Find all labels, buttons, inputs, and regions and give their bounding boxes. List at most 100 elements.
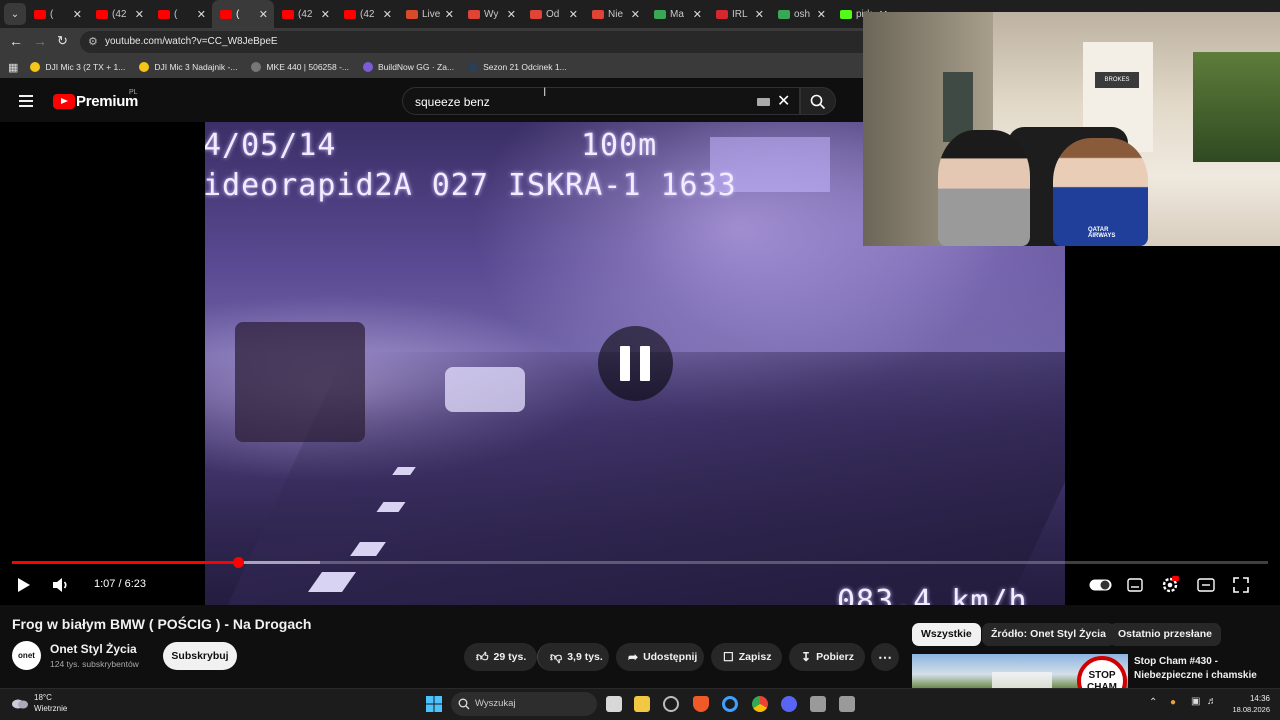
bookmark-item[interactable]: MKE 440 | 506258 -... bbox=[251, 62, 349, 72]
tab-close-icon[interactable]: ✕ bbox=[507, 8, 516, 21]
tab-close-icon[interactable]: ✕ bbox=[321, 8, 330, 21]
share-button[interactable]: ➦ Udostępnij bbox=[616, 643, 704, 671]
dislike-button[interactable]: 👎︎ 3,9 tys. bbox=[537, 643, 609, 671]
browser-tab[interactable]: Ma ✕ bbox=[646, 0, 708, 28]
browser-tab[interactable]: Od ✕ bbox=[522, 0, 584, 28]
webcam-person-left bbox=[938, 130, 1030, 246]
tab-favicon-icon bbox=[406, 9, 418, 19]
apps-grid-icon[interactable]: ▦ bbox=[8, 61, 18, 74]
tab-close-icon[interactable]: ✕ bbox=[631, 8, 640, 21]
download-button[interactable]: ↧ Pobierz bbox=[789, 643, 865, 671]
bookmark-item[interactable]: Sezon 21 Odcinek 1... bbox=[468, 62, 567, 72]
tab-close-icon[interactable]: ✕ bbox=[197, 8, 206, 21]
browser-tab[interactable]: (✕ bbox=[212, 0, 274, 28]
save-button[interactable]: ☐ Zapisz bbox=[711, 643, 782, 671]
search-input[interactable]: squeeze benz ✕ bbox=[402, 87, 800, 115]
tab-close-icon[interactable]: ✕ bbox=[693, 8, 702, 21]
bookmark-item[interactable]: DJI Mic 3 Nadajnik -... bbox=[139, 62, 237, 72]
bookmark-item[interactable]: DJI Mic 3 (2 TX + 1... bbox=[30, 62, 125, 72]
tab-close-icon[interactable]: ✕ bbox=[135, 8, 144, 21]
tab-close-icon[interactable]: ✕ bbox=[73, 8, 82, 21]
chip-recently-uploaded[interactable]: Ostatnio przesłane bbox=[1109, 623, 1221, 646]
browser-tab[interactable]: IRL ✕ bbox=[708, 0, 770, 28]
webcam-wall-sign: BROKES bbox=[1095, 72, 1139, 88]
theater-mode-button[interactable] bbox=[1197, 578, 1215, 592]
menu-hamburger-icon[interactable] bbox=[19, 95, 33, 110]
task-view-icon[interactable] bbox=[606, 696, 622, 712]
tray-chevron-icon[interactable]: ⌃ bbox=[1149, 697, 1157, 708]
chrome-icon[interactable] bbox=[752, 696, 768, 712]
search-button[interactable] bbox=[800, 87, 836, 115]
channel-name[interactable]: Onet Styl Życia bbox=[50, 642, 137, 656]
tab-close-icon[interactable]: ✕ bbox=[383, 8, 392, 21]
tab-favicon-icon bbox=[220, 9, 232, 19]
volume-button[interactable] bbox=[52, 577, 70, 593]
settings-app-icon[interactable] bbox=[663, 696, 679, 712]
channel-avatar[interactable]: onet bbox=[12, 641, 41, 670]
ccleaner-icon[interactable] bbox=[722, 696, 738, 712]
keyboard-icon[interactable] bbox=[757, 98, 770, 106]
browser-tab[interactable]: (42 ✕ bbox=[336, 0, 398, 28]
file-explorer-icon[interactable] bbox=[634, 696, 650, 712]
subscribe-button[interactable]: Subskrybuj bbox=[163, 642, 237, 670]
overlay-distance: 100m bbox=[581, 128, 658, 163]
recommended-title[interactable]: Stop Cham #430 - Niebezpieczne i chamski… bbox=[1134, 655, 1274, 683]
microphone-icon[interactable]: ● bbox=[1170, 697, 1176, 708]
browser-tab[interactable]: Live ✕ bbox=[398, 0, 460, 28]
like-button[interactable]: 👍︎ 29 tys. bbox=[464, 643, 537, 671]
youtube-logo-icon[interactable] bbox=[53, 94, 75, 109]
windows-start-icon[interactable] bbox=[426, 696, 442, 712]
browser-tab[interactable]: (42 ✕ bbox=[274, 0, 336, 28]
clear-search-icon[interactable]: ✕ bbox=[777, 91, 790, 111]
bookmark-favicon-icon bbox=[251, 62, 262, 72]
bookmarks-bar: ▦ DJI Mic 3 (2 TX + 1... DJI Mic 3 Nadajn… bbox=[0, 56, 864, 78]
app-window-icon[interactable] bbox=[839, 696, 855, 712]
tab-search-button[interactable]: ⌄ bbox=[4, 3, 26, 25]
browser-tab[interactable]: (✕ bbox=[150, 0, 212, 28]
back-icon[interactable]: ← bbox=[9, 33, 23, 49]
tab-title: Nie bbox=[608, 8, 624, 20]
bookmark-item[interactable]: BuildNow GG · Za... bbox=[363, 62, 454, 72]
tab-favicon-icon bbox=[840, 9, 852, 19]
browser-tab[interactable]: osh ✕ bbox=[770, 0, 832, 28]
subtitles-button[interactable] bbox=[1127, 578, 1143, 592]
play-button[interactable] bbox=[17, 577, 31, 593]
tab-close-icon[interactable]: ✕ bbox=[445, 8, 454, 21]
weather-temperature[interactable]: 18°C bbox=[34, 693, 52, 702]
speaker-icon[interactable]: ♬ bbox=[1207, 696, 1217, 707]
chip-source-channel[interactable]: Źródło: Onet Styl Życia bbox=[982, 623, 1115, 646]
bookmark-label: DJI Mic 3 (2 TX + 1... bbox=[45, 62, 126, 72]
clock-time[interactable]: 14:36 bbox=[1238, 694, 1270, 703]
tab-title: Wy bbox=[484, 8, 499, 20]
browser-tab[interactable]: Wy ✕ bbox=[460, 0, 522, 28]
browser-tab[interactable]: (42 ✕ bbox=[88, 0, 150, 28]
forward-icon[interactable]: → bbox=[33, 33, 47, 49]
url-omnibox[interactable]: ⚙ youtube.com/watch?v=CC_W8JeBpeE bbox=[80, 31, 864, 53]
weather-description[interactable]: Wietrznie bbox=[34, 704, 67, 713]
site-info-icon[interactable]: ⚙ bbox=[88, 35, 98, 48]
autoplay-toggle[interactable] bbox=[1089, 579, 1112, 591]
tab-close-icon[interactable]: ✕ bbox=[569, 8, 578, 21]
windows-search-box[interactable]: Wyszukaj bbox=[451, 692, 597, 716]
reload-icon[interactable]: ↻ bbox=[57, 33, 68, 49]
more-actions-button[interactable]: ⋯ bbox=[871, 643, 899, 671]
browser-tab[interactable]: (✕ bbox=[26, 0, 88, 28]
brave-browser-icon[interactable] bbox=[693, 696, 709, 712]
bookmark-label: MKE 440 | 506258 -... bbox=[266, 62, 350, 72]
tab-title: Od bbox=[546, 8, 560, 20]
tab-close-icon[interactable]: ✕ bbox=[259, 8, 268, 21]
pause-overlay-button[interactable] bbox=[598, 326, 673, 401]
tab-close-icon[interactable]: ✕ bbox=[817, 8, 826, 21]
discord-icon[interactable] bbox=[781, 696, 797, 712]
chip-all[interactable]: Wszystkie bbox=[912, 623, 981, 646]
clock-date[interactable]: 18.08.2026 bbox=[1225, 705, 1270, 714]
weather-cloud-icon[interactable] bbox=[10, 696, 30, 710]
progress-scrubber[interactable] bbox=[232, 557, 244, 568]
webcam-jersey-text: QATAR AIRWAYS bbox=[1088, 227, 1116, 239]
fullscreen-button[interactable] bbox=[1233, 577, 1249, 593]
network-icon[interactable]: ▣ bbox=[1191, 696, 1200, 707]
settings-gear-icon[interactable] bbox=[1161, 576, 1179, 594]
app-window-icon[interactable] bbox=[810, 696, 826, 712]
tab-close-icon[interactable]: ✕ bbox=[755, 8, 764, 21]
browser-tab[interactable]: Nie ✕ bbox=[584, 0, 646, 28]
